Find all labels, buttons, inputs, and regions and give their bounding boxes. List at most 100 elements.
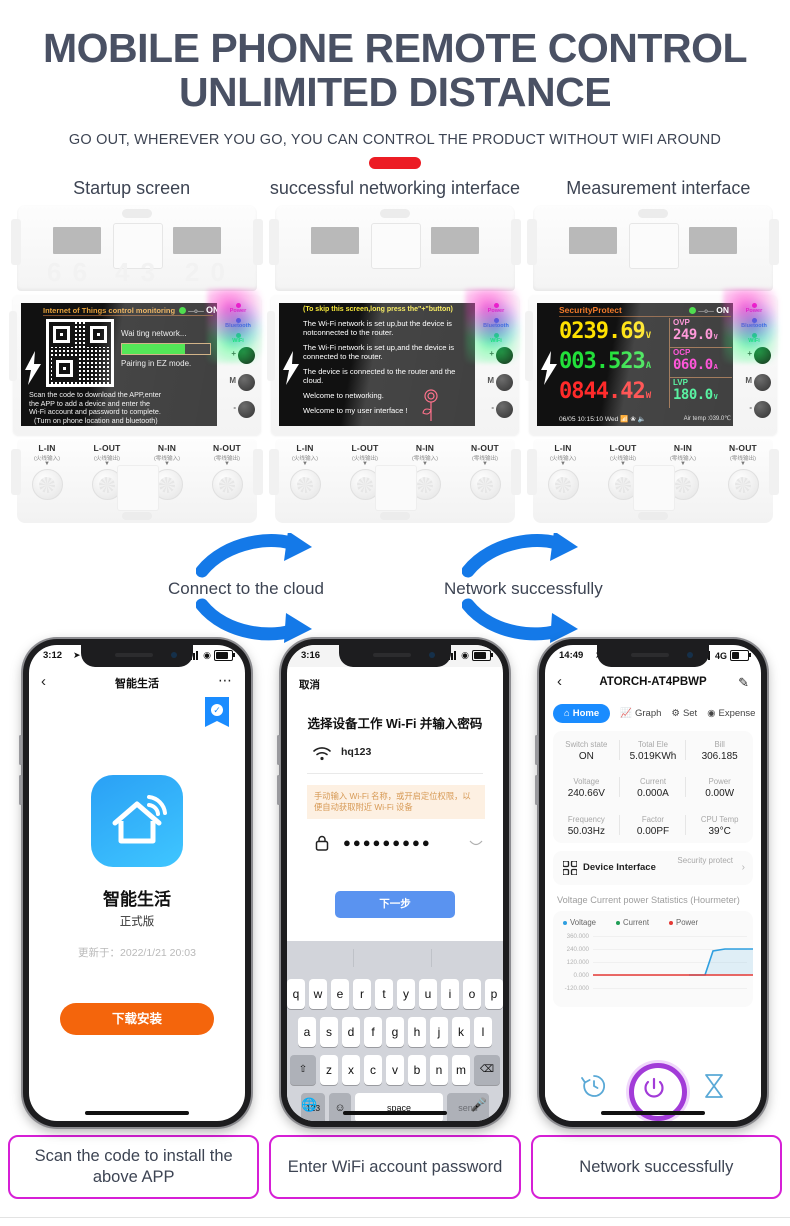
terminal-n-in-label: N-IN	[673, 443, 693, 453]
wifi-ssid-value: hq123	[341, 746, 372, 758]
key-w[interactable]: w	[309, 979, 327, 1009]
key-t[interactable]: t	[375, 979, 393, 1009]
shift-key[interactable]: ⇧	[290, 1055, 316, 1085]
button-m-label: M	[487, 376, 494, 385]
tab-graph[interactable]: 📈 Graph	[620, 708, 661, 719]
key-s[interactable]: s	[320, 1017, 338, 1047]
led-bluetooth: Bluetooth	[735, 318, 773, 333]
app-updated-date: 更新于：2022/1/21 20:03	[78, 947, 196, 959]
key-m[interactable]: m	[452, 1055, 470, 1085]
terminal-l-in-label: L-IN	[38, 443, 56, 453]
key-x[interactable]: x	[342, 1055, 360, 1085]
button-plus[interactable]: +	[219, 347, 257, 374]
key-y[interactable]: y	[397, 979, 415, 1009]
cancel-button[interactable]: 取消	[299, 677, 320, 692]
backspace-key[interactable]: ⌫	[474, 1055, 500, 1085]
key-h[interactable]: h	[408, 1017, 426, 1047]
button-minus[interactable]: -	[735, 401, 773, 428]
button-m[interactable]: M	[735, 374, 773, 401]
key-b[interactable]: b	[408, 1055, 426, 1085]
button-minus[interactable]: -	[219, 401, 257, 428]
led-indicators: Power Bluetooth WiFi	[219, 303, 257, 348]
eye-toggle-icon[interactable]	[469, 840, 483, 847]
button-m-label: M	[229, 376, 236, 385]
earpiece-speaker	[373, 653, 411, 657]
globe-icon[interactable]: 🌐	[301, 1097, 317, 1113]
phone-wifi-setup: 3:16 ◉ 取消 选择设备工作 Wi-Fi 并输入密码 hq123 手动输入 …	[266, 639, 524, 1127]
key-q[interactable]: q	[287, 979, 305, 1009]
tab-home[interactable]: ⌂ Home	[553, 703, 611, 723]
legend-power: Power	[669, 918, 698, 927]
networking-status-lines: The Wi-Fi network is set up,but the devi…	[303, 319, 471, 421]
more-options-button[interactable]: ⋯	[218, 672, 233, 689]
key-v[interactable]: v	[386, 1055, 404, 1085]
metric-current-value: 0.000A	[637, 788, 669, 800]
key-r[interactable]: r	[353, 979, 371, 1009]
led-indicators: Power Bluetooth WiFi	[735, 303, 773, 348]
keyboard-row-1: q w e r t y u i o p	[287, 979, 503, 1009]
key-n[interactable]: n	[430, 1055, 448, 1085]
column-captions: Startup screen successful networking int…	[0, 177, 790, 199]
button-plus[interactable]: +	[477, 347, 515, 374]
button-m[interactable]: M	[219, 374, 257, 401]
earpiece-speaker	[115, 653, 153, 657]
home-indicator[interactable]	[601, 1111, 705, 1115]
column-caption-startup: Startup screen	[73, 178, 191, 198]
key-i[interactable]: i	[441, 979, 459, 1009]
metric-switch-state: Switch state ON	[553, 731, 620, 768]
key-k[interactable]: k	[452, 1017, 470, 1047]
key-a[interactable]: a	[298, 1017, 316, 1047]
tab-set[interactable]: ⚙ Set	[671, 708, 697, 719]
hourglass-icon[interactable]	[703, 1073, 725, 1099]
home-indicator[interactable]	[343, 1111, 447, 1115]
key-u[interactable]: u	[419, 979, 437, 1009]
measurement-status-bar: Air temp :039.0℃ 06/05 10:15:10 Wed 📶 ❀ …	[559, 414, 731, 425]
gear-icon: ⚙	[671, 707, 680, 719]
terminal-n-in-label: N-IN	[157, 443, 177, 453]
edit-icon[interactable]: ✎	[738, 675, 749, 691]
key-j[interactable]: j	[430, 1017, 448, 1047]
key-o[interactable]: o	[463, 979, 481, 1009]
metric-voltage-label: Voltage	[573, 777, 600, 787]
status-bar-time: 3:16	[301, 650, 321, 661]
timer-history-icon[interactable]	[581, 1073, 607, 1099]
device-mid-housing: (To skip this screen,long press the"+"bu…	[267, 289, 521, 435]
button-minus[interactable]: -	[477, 401, 515, 428]
microphone-icon[interactable]: 🎤	[471, 1097, 487, 1113]
terminal-screw	[31, 469, 63, 500]
wifi-icon: 📶	[620, 416, 629, 423]
rose-icon	[422, 389, 438, 421]
device-top-housing	[527, 205, 779, 291]
home-indicator[interactable]	[85, 1111, 189, 1115]
device-interface-row[interactable]: Device Interface Security protect ›	[553, 851, 753, 885]
button-plus[interactable]: +	[735, 347, 773, 374]
key-c[interactable]: c	[364, 1055, 382, 1085]
button-m[interactable]: M	[477, 374, 515, 401]
next-step-button[interactable]: 下一步	[335, 891, 455, 918]
tab-expense[interactable]: ◉ Expense	[707, 708, 755, 719]
key-p[interactable]: p	[485, 979, 503, 1009]
app-name: 智能生活	[103, 890, 171, 909]
limit-lvp: LVP 180.0V	[670, 378, 732, 408]
key-g[interactable]: g	[386, 1017, 404, 1047]
device-startup: 6 6 4 3 2 0 Internet of Things control m…	[8, 205, 266, 525]
wifi-password-field[interactable]: ●●●●●●●●●	[307, 831, 485, 857]
wifi-name-field[interactable]: hq123	[307, 741, 483, 767]
key-e[interactable]: e	[331, 979, 349, 1009]
key-d[interactable]: d	[342, 1017, 360, 1047]
key-l[interactable]: l	[474, 1017, 492, 1047]
phone-notch	[597, 645, 709, 667]
lcd-rule	[43, 315, 213, 316]
download-install-button[interactable]: 下载安装	[60, 1003, 214, 1035]
led-bluetooth: Bluetooth	[219, 318, 257, 333]
button-plus-label: +	[231, 349, 236, 358]
led-bluetooth-label: Bluetooth	[483, 323, 509, 329]
terminal-l-in: L-IN (火线输入) ▼	[533, 443, 593, 500]
home-icon: ⌂	[564, 707, 570, 719]
limit-ovp: OVP 249.0V	[670, 318, 732, 348]
wifi-icon: ◉	[203, 650, 211, 660]
key-z[interactable]: z	[320, 1055, 338, 1085]
power-reading: 0844.42W	[559, 379, 667, 409]
key-f[interactable]: f	[364, 1017, 382, 1047]
lcd-switch-label: ON	[205, 305, 217, 315]
